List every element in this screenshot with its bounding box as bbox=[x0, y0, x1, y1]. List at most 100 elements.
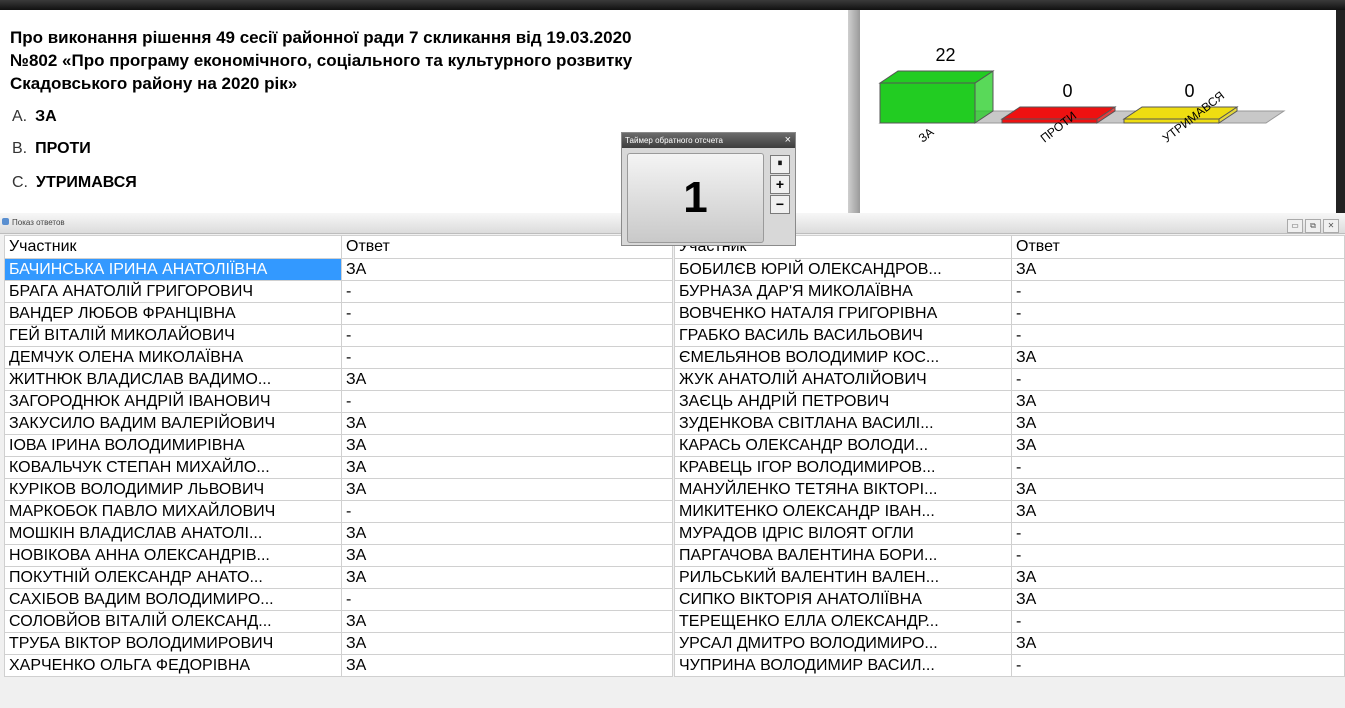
participant-cell[interactable]: ЧУПРИНА ВОЛОДИМИР ВАСИЛ... bbox=[674, 654, 1012, 677]
answer-cell[interactable]: ЗА bbox=[1011, 434, 1345, 457]
participant-cell[interactable]: НОВІКОВА АННА ОЛЕКСАНДРІВ... bbox=[4, 544, 342, 567]
table-row[interactable]: БОБИЛЄВ ЮРІЙ ОЛЕКСАНДРОВ... ЗА bbox=[674, 258, 1345, 281]
table-row[interactable]: ДЕМЧУК ОЛЕНА МИКОЛАЇВНА - bbox=[4, 346, 673, 369]
participant-cell[interactable]: ПАРГАЧОВА ВАЛЕНТИНА БОРИ... bbox=[674, 544, 1012, 567]
participant-cell[interactable]: КАРАСЬ ОЛЕКСАНДР ВОЛОДИ... bbox=[674, 434, 1012, 457]
answer-cell[interactable]: - bbox=[341, 280, 673, 303]
table-row[interactable]: ПОКУТНІЙ ОЛЕКСАНДР АНАТО... ЗА bbox=[4, 566, 673, 589]
answer-cell[interactable]: - bbox=[341, 500, 673, 523]
table-row[interactable]: ІОВА ІРИНА ВОЛОДИМИРІВНА ЗА bbox=[4, 434, 673, 457]
answer-cell[interactable]: - bbox=[341, 346, 673, 369]
answer-cell[interactable]: - bbox=[341, 390, 673, 413]
participant-cell[interactable]: РИЛЬСЬКИЙ ВАЛЕНТИН ВАЛЕН... bbox=[674, 566, 1012, 589]
answer-cell[interactable]: ЗА bbox=[341, 544, 673, 567]
panel-splitter[interactable] bbox=[848, 10, 860, 213]
participant-cell[interactable]: КОВАЛЬЧУК СТЕПАН МИХАЙЛО... bbox=[4, 456, 342, 479]
answer-cell[interactable]: ЗА bbox=[341, 456, 673, 479]
table-row[interactable]: УРСАЛ ДМИТРО ВОЛОДИМИРО... ЗА bbox=[674, 632, 1345, 655]
answer-cell[interactable]: - bbox=[1011, 522, 1345, 545]
participant-cell[interactable]: УРСАЛ ДМИТРО ВОЛОДИМИРО... bbox=[674, 632, 1012, 655]
table-row[interactable]: ПАРГАЧОВА ВАЛЕНТИНА БОРИ... - bbox=[674, 544, 1345, 567]
answer-cell[interactable]: - bbox=[1011, 654, 1345, 677]
table-row[interactable]: МИКИТЕНКО ОЛЕКСАНДР ІВАН... ЗА bbox=[674, 500, 1345, 523]
table-row[interactable]: ЖИТНЮК ВЛАДИСЛАВ ВАДИМО... ЗА bbox=[4, 368, 673, 391]
participant-cell[interactable]: ІОВА ІРИНА ВОЛОДИМИРІВНА bbox=[4, 434, 342, 457]
table-row[interactable]: РИЛЬСЬКИЙ ВАЛЕНТИН ВАЛЕН... ЗА bbox=[674, 566, 1345, 589]
table-row[interactable]: ТЕРЕЩЕНКО ЕЛЛА ОЛЕКСАНДР... - bbox=[674, 610, 1345, 633]
table-row[interactable]: ХАРЧЕНКО ОЛЬГА ФЕДОРІВНА ЗА bbox=[4, 654, 673, 677]
table-row[interactable]: КУРІКОВ ВОЛОДИМИР ЛЬВОВИЧ ЗА bbox=[4, 478, 673, 501]
answer-cell[interactable]: ЗА bbox=[341, 434, 673, 457]
answer-cell[interactable]: - bbox=[1011, 544, 1345, 567]
participant-cell[interactable]: БОБИЛЄВ ЮРІЙ ОЛЕКСАНДРОВ... bbox=[674, 258, 1012, 281]
participant-cell[interactable]: ЗАЄЦЬ АНДРІЙ ПЕТРОВИЧ bbox=[674, 390, 1012, 413]
answer-cell[interactable]: ЗА bbox=[1011, 346, 1345, 369]
participant-cell[interactable]: ГРАБКО ВАСИЛЬ ВАСИЛЬОВИЧ bbox=[674, 324, 1012, 347]
table-row[interactable]: ТРУБА ВІКТОР ВОЛОДИМИРОВИЧ ЗА bbox=[4, 632, 673, 655]
participant-cell[interactable]: ЗУДЕНКОВА СВІТЛАНА ВАСИЛІ... bbox=[674, 412, 1012, 435]
answer-cell[interactable]: ЗА bbox=[341, 258, 673, 281]
table-row[interactable]: КАРАСЬ ОЛЕКСАНДР ВОЛОДИ... ЗА bbox=[674, 434, 1345, 457]
table-row[interactable]: МУРАДОВ ІДРІС ВІЛОЯТ ОГЛИ - bbox=[674, 522, 1345, 545]
minus-button[interactable]: − bbox=[770, 195, 790, 214]
answer-cell[interactable]: - bbox=[1011, 302, 1345, 325]
table-row[interactable]: САХІБОВ ВАДИМ ВОЛОДИМИРО... - bbox=[4, 588, 673, 611]
table-row[interactable]: МАРКОБОК ПАВЛО МИХАЙЛОВИЧ - bbox=[4, 500, 673, 523]
answer-cell[interactable]: - bbox=[1011, 456, 1345, 479]
participant-cell[interactable]: МИКИТЕНКО ОЛЕКСАНДР ІВАН... bbox=[674, 500, 1012, 523]
plus-button[interactable]: + bbox=[770, 175, 790, 194]
participant-cell[interactable]: ЗАКУСИЛО ВАДИМ ВАЛЕРІЙОВИЧ bbox=[4, 412, 342, 435]
participant-cell[interactable]: МАРКОБОК ПАВЛО МИХАЙЛОВИЧ bbox=[4, 500, 342, 523]
column-header-answer[interactable]: Ответ bbox=[1011, 235, 1345, 259]
participant-cell[interactable]: ЗАГОРОДНЮК АНДРІЙ ІВАНОВИЧ bbox=[4, 390, 342, 413]
table-row[interactable]: ВОВЧЕНКО НАТАЛЯ ГРИГОРІВНА - bbox=[674, 302, 1345, 325]
participant-cell[interactable]: КУРІКОВ ВОЛОДИМИР ЛЬВОВИЧ bbox=[4, 478, 342, 501]
minimize-icon[interactable]: ▭ bbox=[1287, 219, 1303, 233]
table-row[interactable]: БУРНАЗА ДАР'Я МИКОЛАЇВНА - bbox=[674, 280, 1345, 303]
participant-cell[interactable]: КРАВЕЦЬ ІГОР ВОЛОДИМИРОВ... bbox=[674, 456, 1012, 479]
close-icon[interactable]: × bbox=[785, 133, 791, 148]
table-row[interactable]: НОВІКОВА АННА ОЛЕКСАНДРІВ... ЗА bbox=[4, 544, 673, 567]
answer-cell[interactable]: ЗА bbox=[1011, 632, 1345, 655]
answer-cell[interactable]: ЗА bbox=[1011, 566, 1345, 589]
answer-cell[interactable]: - bbox=[341, 588, 673, 611]
table-row[interactable]: ЧУПРИНА ВОЛОДИМИР ВАСИЛ... - bbox=[674, 654, 1345, 677]
answer-cell[interactable]: - bbox=[1011, 368, 1345, 391]
table-row[interactable]: ГРАБКО ВАСИЛЬ ВАСИЛЬОВИЧ - bbox=[674, 324, 1345, 347]
answer-cell[interactable]: ЗА bbox=[341, 478, 673, 501]
table-row[interactable]: ЗАЄЦЬ АНДРІЙ ПЕТРОВИЧ ЗА bbox=[674, 390, 1345, 413]
answer-cell[interactable]: ЗА bbox=[341, 412, 673, 435]
answer-cell[interactable]: - bbox=[1011, 280, 1345, 303]
answer-cell[interactable]: ЗА bbox=[341, 610, 673, 633]
participant-cell[interactable]: ЖУК АНАТОЛІЙ АНАТОЛІЙОВИЧ bbox=[674, 368, 1012, 391]
answer-cell[interactable]: ЗА bbox=[1011, 258, 1345, 281]
participant-cell[interactable]: ПОКУТНІЙ ОЛЕКСАНДР АНАТО... bbox=[4, 566, 342, 589]
participant-cell[interactable]: ХАРЧЕНКО ОЛЬГА ФЕДОРІВНА bbox=[4, 654, 342, 677]
table-row[interactable]: ЗАГОРОДНЮК АНДРІЙ ІВАНОВИЧ - bbox=[4, 390, 673, 413]
table-row[interactable]: БРАГА АНАТОЛІЙ ГРИГОРОВИЧ - bbox=[4, 280, 673, 303]
table-row[interactable]: ЗУДЕНКОВА СВІТЛАНА ВАСИЛІ... ЗА bbox=[674, 412, 1345, 435]
answer-cell[interactable]: ЗА bbox=[1011, 390, 1345, 413]
answer-cell[interactable]: - bbox=[1011, 324, 1345, 347]
answer-cell[interactable]: ЗА bbox=[1011, 588, 1345, 611]
participant-cell[interactable]: ВОВЧЕНКО НАТАЛЯ ГРИГОРІВНА bbox=[674, 302, 1012, 325]
answer-cell[interactable]: ЗА bbox=[341, 632, 673, 655]
participant-cell[interactable]: БРАГА АНАТОЛІЙ ГРИГОРОВИЧ bbox=[4, 280, 342, 303]
table-row[interactable]: БАЧИНСЬКА ІРИНА АНАТОЛІЇВНА ЗА bbox=[4, 258, 673, 281]
table-row[interactable]: ЗАКУСИЛО ВАДИМ ВАЛЕРІЙОВИЧ ЗА bbox=[4, 412, 673, 435]
pause-button[interactable]: ⏸ bbox=[770, 155, 790, 174]
table-row[interactable]: ЄМЕЛЬЯНОВ ВОЛОДИМИР КОС... ЗА bbox=[674, 346, 1345, 369]
table-row[interactable]: ЖУК АНАТОЛІЙ АНАТОЛІЙОВИЧ - bbox=[674, 368, 1345, 391]
answer-cell[interactable]: ЗА bbox=[341, 654, 673, 677]
participant-cell[interactable]: МОШКІН ВЛАДИСЛАВ АНАТОЛІ... bbox=[4, 522, 342, 545]
table-row[interactable]: МОШКІН ВЛАДИСЛАВ АНАТОЛІ... ЗА bbox=[4, 522, 673, 545]
table-row[interactable]: МАНУЙЛЕНКО ТЕТЯНА ВІКТОРІ... ЗА bbox=[674, 478, 1345, 501]
table-row[interactable]: ГЕЙ ВІТАЛІЙ МИКОЛАЙОВИЧ - bbox=[4, 324, 673, 347]
table-row[interactable]: КОВАЛЬЧУК СТЕПАН МИХАЙЛО... ЗА bbox=[4, 456, 673, 479]
answer-cell[interactable]: ЗА bbox=[1011, 478, 1345, 501]
restore-icon[interactable]: ⧉ bbox=[1305, 219, 1321, 233]
table-row[interactable]: СИПКО ВІКТОРІЯ АНАТОЛІЇВНА ЗА bbox=[674, 588, 1345, 611]
participant-cell[interactable]: СОЛОВЙОВ ВІТАЛІЙ ОЛЕКСАНД... bbox=[4, 610, 342, 633]
participant-cell[interactable]: ТЕРЕЩЕНКО ЕЛЛА ОЛЕКСАНДР... bbox=[674, 610, 1012, 633]
close-icon[interactable]: ✕ bbox=[1323, 219, 1339, 233]
